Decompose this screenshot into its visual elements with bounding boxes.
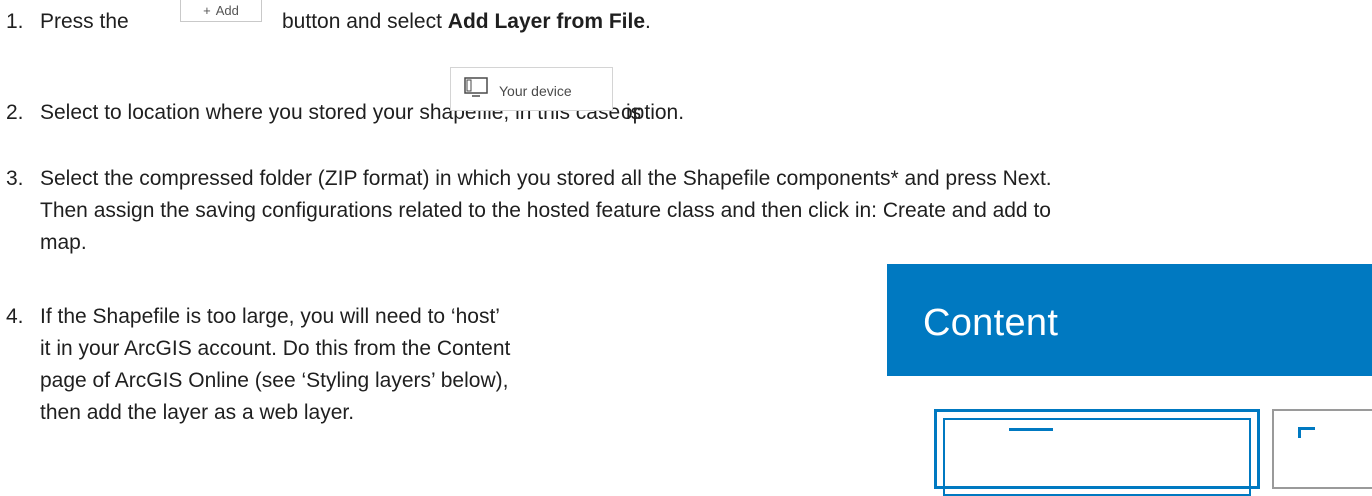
tab-focus-ring — [943, 418, 1251, 496]
plus-icon: + — [203, 2, 211, 18]
content-panel-screenshot: Content — [887, 264, 1372, 496]
step-line: then add the layer as a web layer. — [40, 401, 355, 424]
second-tab[interactable] — [1272, 409, 1372, 489]
add-button-label: Add — [215, 2, 239, 18]
step-text-after: option. — [621, 101, 685, 124]
my-content-tab[interactable] — [934, 409, 1260, 496]
your-device-button[interactable]: Your device — [450, 67, 613, 111]
step-number: 3. — [6, 167, 24, 190]
grid-icon — [1298, 427, 1315, 438]
content-title: Content — [923, 302, 1059, 344]
folder-icon — [1009, 428, 1053, 451]
monitor-icon — [464, 77, 488, 97]
step-line: it in your ArcGIS account. Do this from … — [40, 337, 511, 360]
step-line: Then assign the saving configurations re… — [40, 199, 1051, 222]
step-line: Select the compressed folder (ZIP format… — [40, 167, 1052, 190]
step-line: page of ArcGIS Online (see ‘Styling laye… — [40, 369, 509, 392]
step-text-after: button and select Add Layer from File. — [282, 10, 651, 33]
your-device-label: Your device — [499, 83, 572, 99]
step-number: 2. — [6, 101, 24, 124]
step-number: 4. — [6, 305, 24, 328]
step-line: If the Shapefile is too large, you will … — [40, 305, 500, 328]
content-body — [887, 376, 1372, 496]
step-number: 1. — [6, 10, 24, 33]
add-layer-from-file-label: Add Layer from File — [447, 10, 645, 33]
add-button[interactable]: + Add — [180, 0, 262, 22]
step-text: Press the — [40, 10, 129, 33]
step-line: map. — [40, 231, 87, 254]
